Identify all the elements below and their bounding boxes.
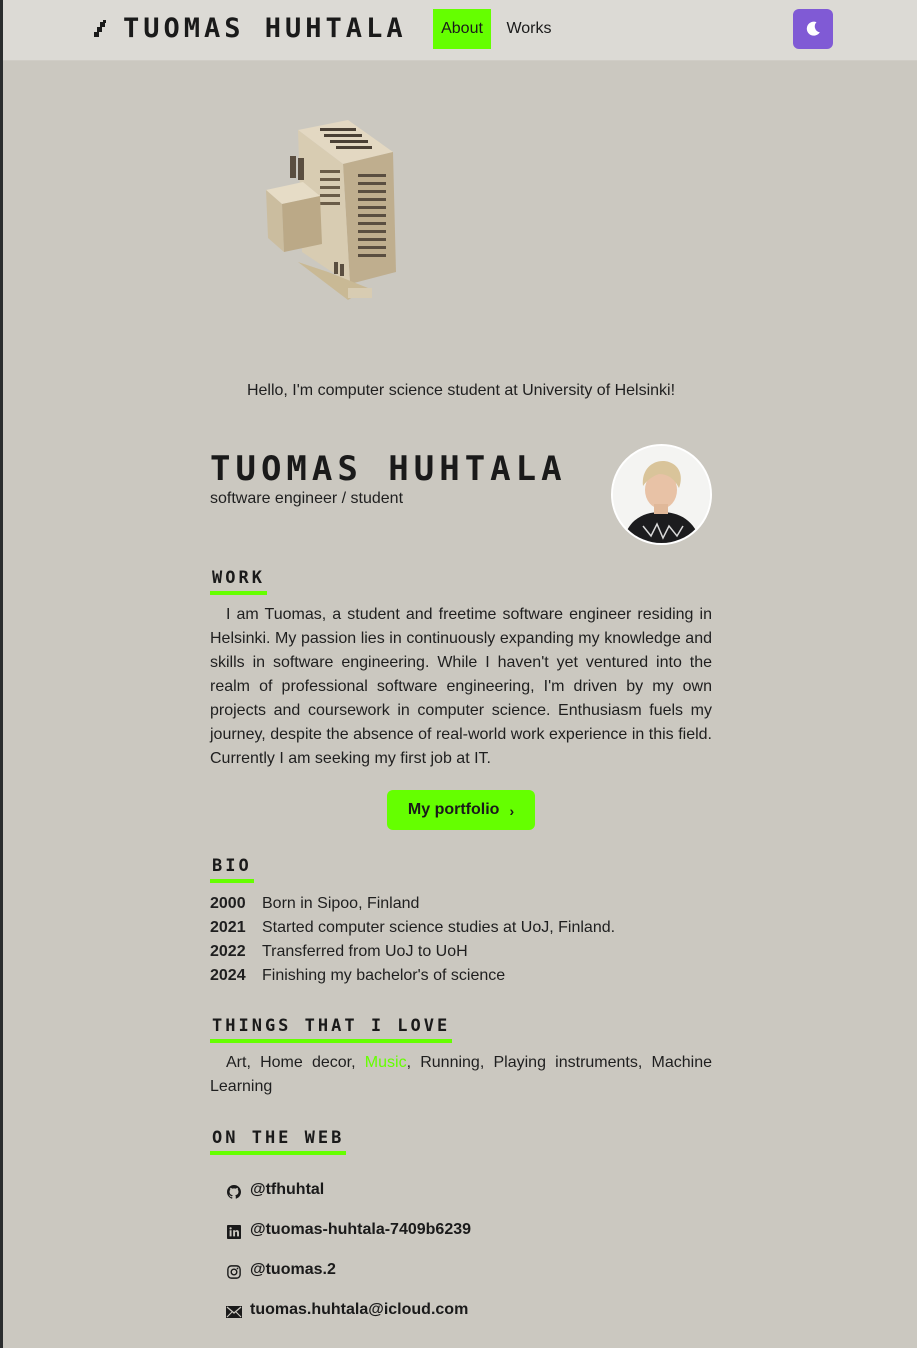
bio-year: 2022 (210, 943, 246, 960)
email-link[interactable]: tuomas.huhtala@icloud.com (226, 1290, 471, 1330)
email-label: tuomas.huhtala@icloud.com (250, 1301, 469, 1318)
bio-year: 2000 (210, 895, 246, 912)
profile-photo (613, 446, 710, 543)
work-heading: Work (210, 568, 267, 595)
love-text-before: Art, Home decor, (226, 1054, 365, 1071)
linkedin-icon (226, 1224, 242, 1240)
github-label: @tfhuhtal (250, 1181, 325, 1198)
mail-icon (226, 1304, 242, 1320)
profile-name: Tuomas Huhtala (210, 449, 567, 489)
love-text: Art, Home decor, Music, Running, Playing… (210, 1051, 712, 1099)
greeting-text: Hello, I'm computer science student at U… (246, 382, 676, 399)
voxel-building-image (266, 120, 396, 300)
work-text: I am Tuomas, a student and freetime soft… (210, 606, 712, 767)
web-links: @tfhuhtal @tuomas-huhtala-7409b6239 @tuo… (226, 1170, 471, 1330)
brand-title: Tuomas Huhtala (123, 13, 407, 44)
bio-text: Transferred from UoJ to UoH (262, 943, 468, 960)
chevron-right-icon: › (509, 803, 515, 819)
web-heading: On the web (210, 1128, 347, 1155)
bio-item: 2000 Born in Sipoo, Finland (210, 892, 712, 916)
github-icon (226, 1184, 242, 1200)
bio-item: 2024 Finishing my bachelor's of science (210, 964, 712, 988)
navbar: Tuomas Huhtala About Works (3, 0, 917, 61)
nav-link-about[interactable]: About (433, 9, 491, 49)
bio-year: 2024 (210, 967, 246, 984)
portfolio-button-label: My portfolio (407, 801, 500, 818)
github-link[interactable]: @tfhuhtal (226, 1170, 471, 1210)
bio-heading: Bio (210, 856, 254, 883)
linkedin-label: @tuomas-huhtala-7409b6239 (250, 1221, 472, 1238)
instagram-icon (226, 1264, 242, 1280)
avatar (611, 444, 712, 545)
bio-list: 2000 Born in Sipoo, Finland 2021 Started… (210, 892, 712, 988)
slash-logo-icon (94, 20, 106, 37)
love-heading: Things that I love (210, 1016, 453, 1043)
bio-text: Finishing my bachelor's of science (262, 967, 506, 984)
bio-text: Born in Sipoo, Finland (262, 895, 420, 912)
music-link[interactable]: Music (365, 1054, 407, 1071)
moon-icon (806, 21, 820, 36)
nav-link-works[interactable]: Works (503, 9, 555, 49)
portfolio-button[interactable]: My portfolio › (387, 790, 535, 830)
bio-year: 2021 (210, 919, 246, 936)
brand-logo-link[interactable]: Tuomas Huhtala (91, 12, 407, 46)
theme-toggle-button[interactable] (793, 9, 833, 49)
bio-item: 2021 Started computer science studies at… (210, 916, 712, 940)
linkedin-link[interactable]: @tuomas-huhtala-7409b6239 (226, 1210, 471, 1250)
instagram-label: @tuomas.2 (250, 1261, 336, 1278)
bio-text: Started computer science studies at UoJ,… (262, 919, 616, 936)
profile-role: software engineer / student (210, 490, 404, 507)
window-edge (0, 0, 3, 1348)
bio-item: 2022 Transferred from UoJ to UoH (210, 940, 712, 964)
instagram-link[interactable]: @tuomas.2 (226, 1250, 471, 1290)
